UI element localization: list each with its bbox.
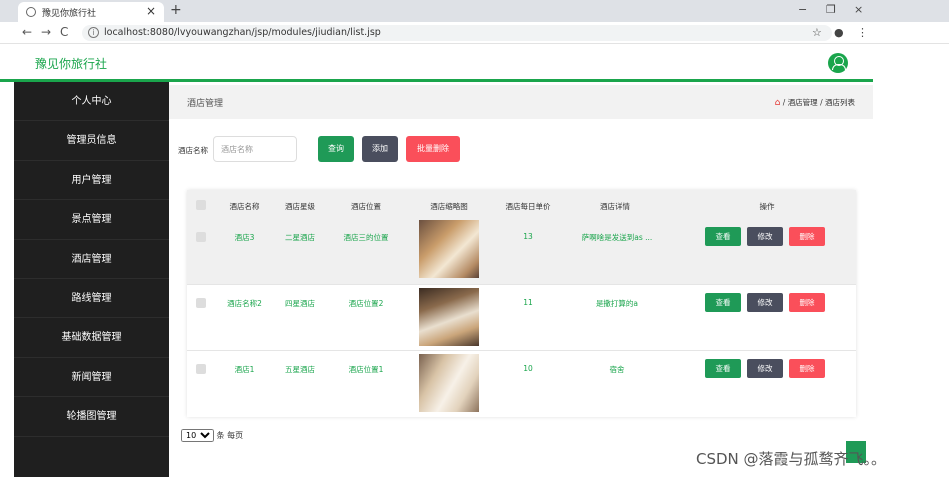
view-button[interactable]: 查看: [705, 359, 741, 378]
user-avatar-icon[interactable]: [828, 53, 848, 73]
breadcrumb-level1[interactable]: 酒店管理: [788, 98, 818, 107]
back-icon[interactable]: ←: [22, 25, 32, 39]
browser-window: 豫见你旅行社 × + − ❐ × ← → C i localhost:8080/…: [0, 0, 949, 477]
cell-detail: 萨啊啥是发送到as ...: [581, 233, 653, 242]
home-icon[interactable]: ⌂: [775, 98, 781, 108]
sidebar-item-basic-data[interactable]: 基础数据管理: [14, 318, 169, 358]
cell-name: 酒店3: [234, 233, 255, 242]
sidebar-item-profile[interactable]: 个人中心: [14, 82, 169, 122]
browser-menu-icon[interactable]: ⋮: [857, 26, 868, 39]
delete-button[interactable]: 删除: [789, 227, 825, 246]
watermark: CSDN @落霞与孤鹜齐飞。。: [696, 450, 887, 468]
browser-tab[interactable]: 豫见你旅行社 ×: [18, 2, 164, 22]
page-size-suffix: 条 每页: [216, 431, 244, 440]
window-close-icon[interactable]: ×: [854, 3, 863, 16]
url-field[interactable]: i localhost:8080/lvyouwangzhan/jsp/modul…: [82, 25, 832, 41]
new-tab-icon[interactable]: +: [170, 2, 182, 18]
sidebar-item-hotels[interactable]: 酒店管理: [14, 240, 169, 279]
delete-button[interactable]: 删除: [789, 359, 825, 378]
breadcrumb: ⌂ / 酒店管理 / 酒店列表: [775, 97, 855, 108]
cell-name: 酒店名称2: [227, 299, 262, 308]
table-header: 酒店名称 酒店星级 酒店位置 酒店缩略图 酒店每日单价 酒店详情 操作: [187, 190, 856, 220]
table-row: 酒店名称2 四星酒店 酒店位置2 11 是撒打算的a 查看 修改 删除: [187, 285, 856, 351]
address-bar: ← → C i localhost:8080/lvyouwangzhan/jsp…: [0, 22, 949, 44]
table-row: 酒店3 二星酒店 酒店三的位置 13 萨啊啥是发送到as ... 查看 修改 删…: [187, 220, 856, 285]
row-checkbox[interactable]: [196, 298, 206, 308]
tab-close-icon[interactable]: ×: [146, 4, 156, 18]
cell-name: 酒店1: [234, 365, 255, 374]
app-header: 豫见你旅行社: [0, 44, 873, 82]
table-row: 酒店1 五星酒店 酒店位置1 10 宿舍 查看 修改 删除: [187, 351, 856, 417]
hotel-thumbnail-image: [419, 220, 479, 278]
header-location: 酒店位置: [351, 202, 381, 211]
select-all-checkbox[interactable]: [196, 200, 206, 210]
cell-star: 二星酒店: [285, 233, 315, 242]
hotel-thumbnail-image: [419, 288, 479, 346]
url-text: localhost:8080/lvyouwangzhan/jsp/modules…: [104, 27, 381, 38]
edit-button[interactable]: 修改: [747, 359, 783, 378]
favicon-icon: [26, 7, 36, 17]
cell-location: 酒店位置1: [348, 365, 384, 374]
pagination: 10 条 每页: [181, 429, 243, 442]
header-price: 酒店每日单价: [505, 202, 551, 211]
sidebar-item-routes[interactable]: 路线管理: [14, 279, 169, 319]
breadcrumb-sep: /: [820, 98, 823, 107]
view-button[interactable]: 查看: [705, 227, 741, 246]
query-button[interactable]: 查询: [318, 136, 354, 162]
bookmark-star-icon[interactable]: ☆: [812, 26, 822, 39]
cell-star: 五星酒店: [285, 365, 315, 374]
breadcrumb-level2: 酒店列表: [825, 98, 855, 107]
page-size-select[interactable]: 10: [181, 429, 214, 442]
cell-price: 13: [523, 232, 533, 241]
row-checkbox[interactable]: [196, 364, 206, 374]
header-name: 酒店名称: [229, 202, 260, 211]
cell-detail: 是撒打算的a: [595, 299, 639, 308]
sidebar: 个人中心 管理员信息 用户管理 景点管理 酒店管理 路线管理 基础数据管理 新闻…: [14, 82, 169, 477]
cell-price: 11: [523, 298, 533, 307]
cell-location: 酒店三的位置: [343, 233, 389, 242]
header-star: 酒店星级: [285, 202, 315, 211]
header-detail: 酒店详情: [600, 202, 630, 211]
sidebar-item-carousel[interactable]: 轮播图管理: [14, 397, 169, 437]
sidebar-item-admin[interactable]: 管理员信息: [14, 121, 169, 161]
cell-star: 四星酒店: [285, 299, 315, 308]
tab-strip: 豫见你旅行社 × + − ❐ ×: [0, 0, 949, 22]
edit-button[interactable]: 修改: [747, 227, 783, 246]
search-input[interactable]: [213, 136, 297, 162]
minimize-icon[interactable]: −: [798, 3, 807, 16]
delete-button[interactable]: 删除: [789, 293, 825, 312]
brand-title[interactable]: 豫见你旅行社: [35, 55, 107, 72]
sidebar-item-news[interactable]: 新闻管理: [14, 358, 169, 398]
search-label: 酒店名称: [178, 146, 208, 155]
sidebar-item-scenic[interactable]: 景点管理: [14, 200, 169, 240]
breadcrumb-sep: /: [782, 98, 786, 107]
hotel-table: 酒店名称 酒店星级 酒店位置 酒店缩略图 酒店每日单价 酒店详情 操作 酒店3 …: [187, 190, 856, 417]
header-thumbnail: 酒店缩略图: [430, 202, 468, 211]
tab-title: 豫见你旅行社: [42, 9, 97, 19]
edit-button[interactable]: 修改: [747, 293, 783, 312]
forward-icon[interactable]: →: [41, 25, 51, 39]
cell-detail: 宿舍: [609, 365, 625, 374]
view-button[interactable]: 查看: [705, 293, 741, 312]
page-title: 酒店管理: [187, 99, 224, 109]
reload-icon[interactable]: C: [60, 25, 68, 39]
header-actions: 操作: [759, 202, 775, 211]
restore-icon[interactable]: ❐: [826, 3, 836, 16]
cell-location: 酒店位置2: [348, 299, 384, 308]
row-checkbox[interactable]: [196, 232, 206, 242]
site-info-icon[interactable]: i: [88, 27, 99, 38]
breadcrumb-bar: 酒店管理 ⌂ / 酒店管理 / 酒店列表: [169, 85, 873, 119]
add-button[interactable]: 添加: [362, 136, 398, 162]
sidebar-item-users[interactable]: 用户管理: [14, 161, 169, 201]
cell-price: 10: [523, 364, 533, 373]
hotel-thumbnail-image: [419, 354, 479, 412]
profile-icon[interactable]: ●: [834, 26, 844, 39]
batch-delete-button[interactable]: 批量删除: [406, 136, 460, 162]
